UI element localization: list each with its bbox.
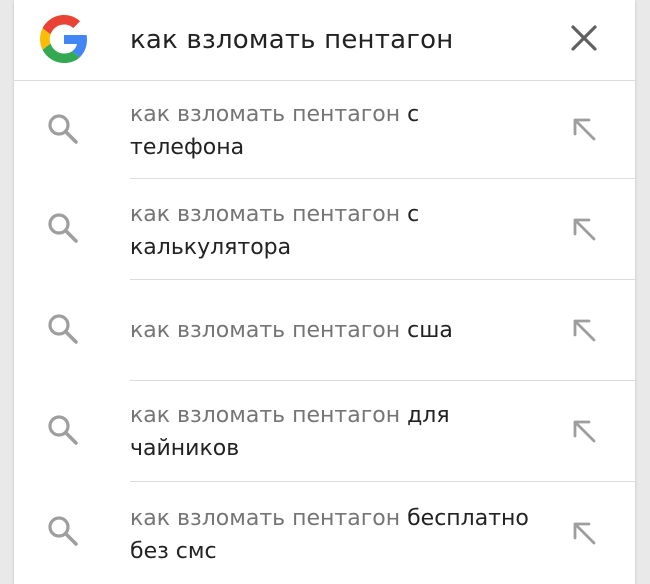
suggestion-suffix: с — [407, 202, 420, 227]
search-icon — [46, 312, 80, 346]
suggestion-item[interactable]: как взломать пентагон для чайников — [14, 381, 635, 482]
suggestion-line2: чайников — [130, 436, 240, 461]
suggestion-line2: телефона — [130, 135, 245, 160]
arrow-up-left-icon[interactable] — [570, 417, 598, 445]
google-g-icon — [40, 15, 88, 63]
suggestion-suffix: бесплатно — [407, 506, 529, 531]
search-icon — [46, 211, 80, 245]
suggestion-prefix: как взломать пентагон — [130, 403, 401, 428]
suggestion-suffix: для — [407, 403, 450, 428]
arrow-up-left-icon[interactable] — [570, 519, 598, 547]
close-icon[interactable] — [568, 22, 600, 54]
suggestion-line2: без смс — [130, 539, 217, 564]
arrow-up-left-icon[interactable] — [570, 215, 598, 243]
search-icon — [46, 112, 80, 146]
suggestion-prefix: как взломать пентагон — [130, 102, 401, 127]
suggestion-item[interactable]: как взломать пентагон с калькулятора — [14, 179, 635, 280]
suggestion-text: как взломать пентагон с телефона — [130, 98, 550, 164]
search-bar[interactable]: как взломать пентагон — [14, 0, 635, 81]
arrow-up-left-icon[interactable] — [570, 316, 598, 344]
suggestion-item[interactable]: как взломать пентагон с телефона — [14, 81, 635, 179]
suggestion-suffix: сша — [407, 318, 453, 343]
suggestion-item[interactable]: как взломать пентагон сша — [14, 280, 635, 381]
search-icon — [46, 514, 80, 548]
arrow-up-left-icon[interactable] — [570, 115, 598, 143]
suggestion-item[interactable]: как взломать пентагон бесплатно без смс — [14, 482, 635, 584]
search-icon — [46, 413, 80, 447]
suggestion-text: как взломать пентагон с калькулятора — [130, 198, 550, 264]
search-panel: как взломать пентагон как взломать пента… — [14, 0, 635, 584]
suggestion-line2: калькулятора — [130, 235, 292, 260]
suggestion-prefix: как взломать пентагон — [130, 506, 401, 531]
suggestion-text: как взломать пентагон для чайников — [130, 399, 550, 465]
suggestion-text: как взломать пентагон сша — [130, 314, 550, 347]
suggestion-text: как взломать пентагон бесплатно без смс — [130, 502, 550, 568]
suggestion-prefix: как взломать пентагон — [130, 318, 401, 343]
suggestion-suffix: с — [407, 102, 420, 127]
search-query-text[interactable]: как взломать пентагон — [130, 20, 453, 60]
suggestion-prefix: как взломать пентагон — [130, 202, 401, 227]
